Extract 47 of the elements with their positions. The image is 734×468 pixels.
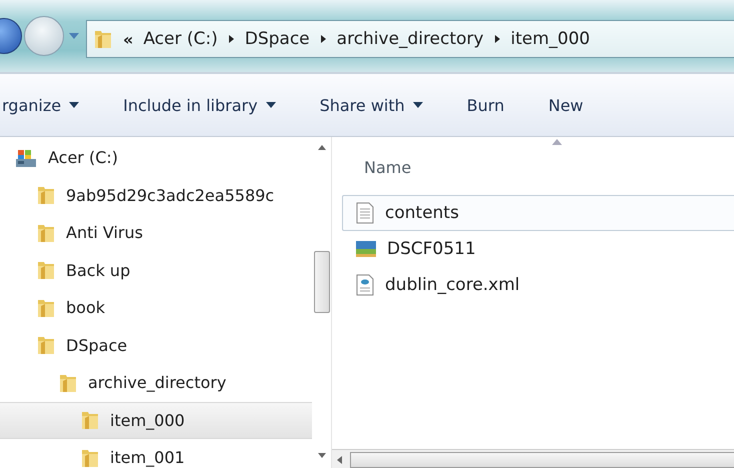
toolbar-button[interactable]: rganize	[2, 92, 80, 118]
scroll-thumb[interactable]	[314, 250, 330, 312]
tree-item[interactable]: Back up	[66, 260, 130, 280]
folder-icon	[80, 409, 100, 432]
scrollbar[interactable]	[332, 449, 734, 468]
tree-item[interactable]: 9ab95d29c3adc2ea5589c	[66, 186, 274, 205]
breadcrumb[interactable]: item_000	[510, 29, 590, 49]
toolbar-button[interactable]: New	[548, 92, 584, 118]
document-icon	[355, 202, 375, 224]
breadcrumb[interactable]: Acer (C:)	[143, 29, 218, 49]
scroll-thumb[interactable]	[350, 452, 734, 468]
breadcrumb[interactable]: archive_directory	[336, 29, 484, 49]
scrollbar[interactable]	[312, 137, 332, 468]
chevron-icon	[494, 34, 501, 44]
scroll-down-icon[interactable]	[316, 452, 326, 460]
toolbar-button[interactable]: Burn	[466, 92, 504, 118]
caret-icon[interactable]	[68, 32, 80, 40]
scroll-left-icon[interactable]	[336, 455, 344, 465]
file-row[interactable]: DSCF0511	[342, 231, 734, 267]
xml-file-icon	[355, 274, 375, 296]
scroll-up-icon[interactable]	[316, 143, 326, 151]
tree-item[interactable]: Anti Virus	[66, 223, 143, 242]
toolbar-button[interactable]: Include in library	[123, 92, 276, 118]
file-name: dublin_core.xml	[385, 275, 520, 295]
tree-item[interactable]: archive_directory	[88, 373, 226, 392]
sort-arrow-icon	[552, 139, 562, 145]
file-row[interactable]: dublin_core.xml	[342, 267, 734, 303]
breadcrumb[interactable]: DSpace	[244, 29, 310, 49]
address-bar[interactable]: « Acer (C:) DSpace archive_directory item_000	[86, 20, 734, 58]
folder-icon	[36, 184, 56, 206]
folder-icon	[36, 259, 56, 282]
folder-icon	[93, 28, 113, 50]
column-header[interactable]: Name	[364, 158, 412, 181]
tree-item[interactable]: item_001	[110, 448, 185, 468]
folder-icon	[36, 334, 56, 356]
overflow-chevron[interactable]: «	[123, 30, 134, 48]
tree-item[interactable]: item_000	[110, 410, 185, 430]
image-icon	[355, 239, 377, 259]
tree-item[interactable]: DSpace	[66, 336, 128, 355]
toolbar-button[interactable]: Share with	[320, 92, 423, 118]
file-name: DSCF0511	[387, 239, 476, 259]
file-name: contents	[385, 203, 459, 223]
chevron-icon	[320, 34, 327, 44]
file-row[interactable]: contents	[342, 195, 734, 231]
tree-item[interactable]: book	[66, 298, 105, 318]
chevron-icon	[228, 34, 235, 44]
tree-item[interactable]: Acer (C:)	[48, 148, 118, 168]
